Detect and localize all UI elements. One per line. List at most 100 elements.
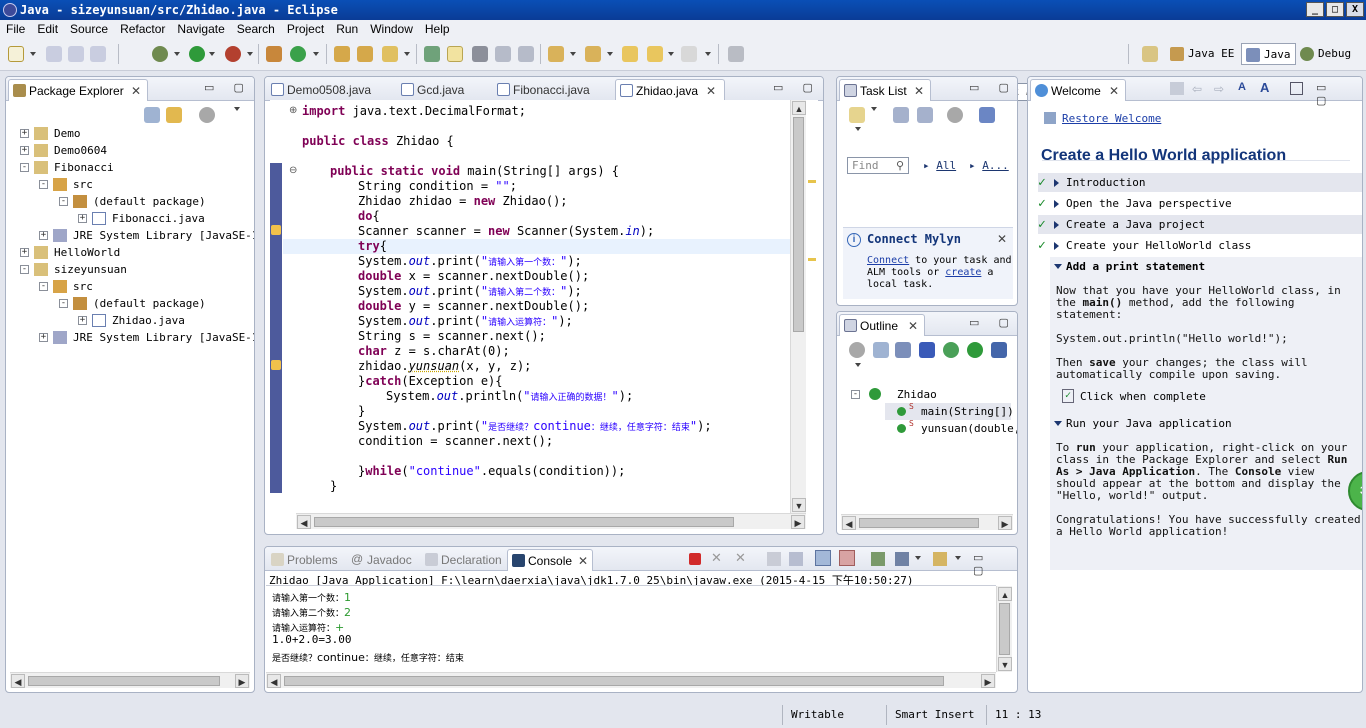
fold-icon[interactable]: ⊕	[289, 105, 297, 116]
external-tools-icon[interactable]	[225, 46, 241, 62]
categorized-icon[interactable]	[893, 107, 909, 123]
welcome-step[interactable]: ✓Open the Java perspective?	[1038, 194, 1362, 213]
hide-completed-icon[interactable]	[979, 107, 995, 123]
perspective-java-ee[interactable]: Java EE	[1166, 43, 1238, 65]
welcome-step[interactable]: ✓Create your HelloWorld class?	[1038, 236, 1362, 255]
back-icon[interactable]: ⇦	[1192, 82, 1202, 96]
view-min-max[interactable]: ▭ ▢	[973, 551, 1017, 577]
close-tab-icon[interactable]: ✕	[1109, 80, 1119, 102]
remove-all-icon[interactable]: ✕	[735, 550, 746, 566]
open-perspective-icon[interactable]	[1142, 46, 1158, 62]
home-icon[interactable]	[1170, 82, 1184, 95]
block-selection-icon[interactable]	[495, 46, 511, 62]
editor-tab-demo0508[interactable]: Demo0508.java	[267, 79, 387, 101]
next-annotation-icon[interactable]	[548, 46, 564, 62]
show-on-error-icon[interactable]	[839, 550, 855, 566]
collapse-toggle[interactable]: -	[59, 197, 68, 206]
tab-welcome[interactable]: Welcome ✕	[1030, 79, 1126, 101]
menu-file[interactable]: File	[0, 20, 31, 38]
editor-min-max[interactable]: ▭ ▢	[773, 81, 821, 94]
close-window-button[interactable]: X	[1346, 2, 1364, 17]
focus-icon[interactable]	[199, 107, 215, 123]
highlight-icon[interactable]	[447, 46, 463, 62]
new-class-icon[interactable]	[290, 46, 306, 62]
view-min-max[interactable]: ▭ ▢	[969, 316, 1017, 329]
activate-task[interactable]: ▸ A...	[969, 159, 1009, 172]
focus-icon[interactable]	[849, 342, 865, 358]
horizontal-scrollbar[interactable]: ◀ ▶	[841, 514, 1013, 530]
open-console-icon[interactable]	[933, 552, 947, 566]
collapse-toggle[interactable]: -	[39, 282, 48, 291]
expand-toggle[interactable]: +	[78, 316, 87, 325]
editor-tab-gcd[interactable]: Gcd.java	[397, 79, 489, 101]
restore-welcome-link[interactable]: Restore Welcome	[1062, 112, 1161, 125]
open-type-icon[interactable]	[334, 46, 350, 62]
sort-icon[interactable]	[895, 342, 911, 358]
collapse-all-icon[interactable]	[873, 342, 889, 358]
console-horizontal-scrollbar[interactable]: ◀ ▶	[266, 672, 996, 688]
close-tab-icon[interactable]: ✕	[706, 80, 716, 102]
save-all-icon[interactable]	[68, 46, 84, 62]
menu-navigate[interactable]: Navigate	[171, 20, 230, 38]
close-tab-icon[interactable]: ✕	[578, 550, 588, 572]
close-mylyn-icon[interactable]: ✕	[997, 232, 1007, 246]
display-console-icon[interactable]	[895, 552, 909, 566]
run-icon[interactable]	[189, 46, 205, 62]
expand-toggle[interactable]: +	[20, 146, 29, 155]
zoom-in-icon[interactable]: A	[1260, 80, 1269, 95]
outline-method-item[interactable]: Smain(String[])	[885, 402, 1014, 420]
prev-annotation-icon[interactable]	[585, 46, 601, 62]
warning-marker[interactable]	[808, 180, 816, 183]
show-source-icon[interactable]	[518, 46, 534, 62]
new-task-icon[interactable]	[849, 107, 865, 123]
pin-editor-icon[interactable]	[728, 46, 744, 62]
tab-task-list[interactable]: Task List ✕	[839, 79, 931, 101]
task-find-input[interactable]: Find ⚲	[847, 157, 909, 174]
welcome-step[interactable]: Run your Java application?	[1038, 414, 1362, 433]
menu-help[interactable]: Help	[419, 20, 456, 38]
debug-icon[interactable]	[152, 46, 168, 62]
collapse-toggle[interactable]: -	[20, 265, 29, 274]
forward-icon[interactable]: ⇨	[1214, 82, 1224, 96]
open-task-icon[interactable]	[357, 46, 373, 62]
hide-static-icon[interactable]	[943, 342, 959, 358]
connect-link[interactable]: Connect	[867, 255, 909, 266]
filter-all[interactable]: ▸ All	[923, 159, 956, 172]
menu-refactor[interactable]: Refactor	[114, 20, 171, 38]
hide-local-types-icon[interactable]	[991, 342, 1007, 358]
search-icon[interactable]	[382, 46, 398, 62]
remove-launch-icon[interactable]: ✕	[711, 550, 722, 566]
expand-toggle[interactable]: +	[78, 214, 87, 223]
expand-toggle[interactable]: +	[39, 231, 48, 240]
zoom-out-icon[interactable]: A	[1238, 81, 1246, 93]
perspective-debug[interactable]: Debug	[1296, 43, 1355, 65]
hide-fields-icon[interactable]	[919, 342, 935, 358]
save-icon[interactable]	[46, 46, 62, 62]
focus-icon[interactable]	[947, 107, 963, 123]
terminate-icon[interactable]	[689, 553, 701, 565]
toggle-mark-icon[interactable]	[424, 46, 440, 62]
perspective-java[interactable]: Java	[1241, 43, 1296, 65]
tab-javadoc[interactable]: @ Javadoc	[347, 549, 421, 571]
scheduled-icon[interactable]	[917, 107, 933, 123]
close-tab-icon[interactable]: ✕	[908, 315, 918, 337]
view-min-max[interactable]: ▭ ▢	[1316, 81, 1362, 107]
editor-horizontal-scrollbar[interactable]: ◀ ▶	[296, 513, 806, 529]
minimize-button[interactable]: _	[1306, 2, 1324, 17]
customize-icon[interactable]	[1290, 82, 1303, 95]
print-icon[interactable]	[90, 46, 106, 62]
console-vertical-scrollbar[interactable]: ▲ ▼	[996, 586, 1012, 672]
editor-vertical-scrollbar[interactable]: ▲ ▼	[790, 100, 806, 513]
hide-nonpublic-icon[interactable]	[967, 342, 983, 358]
status-insert-mode[interactable]: Smart Insert	[886, 705, 986, 725]
welcome-step[interactable]: ✓Introduction?	[1038, 173, 1362, 192]
tab-outline[interactable]: Outline ✕	[839, 314, 925, 336]
view-min-max[interactable]: ▭ ▢	[204, 81, 252, 94]
maximize-button[interactable]: □	[1326, 2, 1344, 17]
welcome-step[interactable]: ✓Create a Java project?	[1038, 215, 1362, 234]
back-icon[interactable]	[647, 46, 663, 62]
tab-problems[interactable]: Problems	[267, 549, 343, 571]
expand-toggle[interactable]: +	[20, 248, 29, 257]
clear-console-icon[interactable]	[767, 552, 781, 566]
menu-window[interactable]: Window	[364, 20, 419, 38]
